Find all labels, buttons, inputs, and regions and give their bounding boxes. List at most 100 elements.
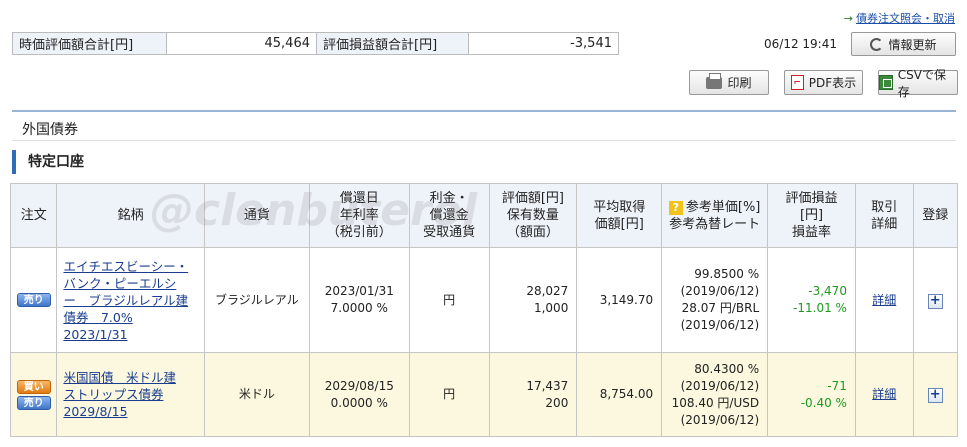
avg-price-cell: 3,149.70 xyxy=(576,247,663,353)
bond-name-l5: 2023/1/31 xyxy=(63,326,128,342)
detail-cell: 詳細 xyxy=(854,352,914,437)
buy-button[interactable]: 買い xyxy=(16,379,51,394)
table-row: 買い 売り 米国国債 米ドル建 ストリップス債券 2029/8/15 米ドル 2… xyxy=(9,352,958,437)
col-register: 登録 xyxy=(912,183,958,248)
market-value-label: 時価評価額合計[円] xyxy=(12,32,167,55)
col-detail-l1: 取引 xyxy=(871,199,898,215)
fx-date: (2019/06/12) xyxy=(680,412,760,427)
pdf-button[interactable]: ⌐ PDF表示 xyxy=(784,70,863,95)
order-cell: 売り xyxy=(9,247,58,353)
col-eval: 評価額[円] 保有数量 （額面） xyxy=(488,183,578,248)
csv-button[interactable]: CSVで保存 xyxy=(878,68,958,99)
col-pl-l1: 評価損益 xyxy=(785,191,838,206)
pl-total-value: -3,541 xyxy=(468,32,619,55)
col-order: 注文 xyxy=(9,183,58,248)
col-maturity-l3: （税引前） xyxy=(326,225,392,240)
order-inquiry-link[interactable]: → 債券注文照会・取消 xyxy=(844,10,955,26)
account-title: 特定口座 xyxy=(12,150,84,174)
col-avg-l2: 価額[円] xyxy=(594,216,644,232)
pl-value: -3,470 xyxy=(808,284,847,298)
eval-amount: 17,437 xyxy=(526,378,569,393)
currency-cell: 米ドル xyxy=(203,352,310,437)
bond-name-l2: ストリップス債券 xyxy=(63,387,164,402)
order-cell: 買い 売り xyxy=(9,352,58,437)
eval-amount: 28,027 xyxy=(526,284,569,298)
col-ref: ? 参考単価[%] 参考為替レート xyxy=(661,183,769,248)
bond-name-cell[interactable]: エイチエスビーシー・ バンク・ピーエルシ ー ブラジルレアル建 債券 7.0% … xyxy=(56,247,205,353)
plus-icon[interactable]: + xyxy=(927,388,943,403)
col-interest: 利金・ 償還金 受取通貨 xyxy=(408,183,490,248)
pdf-icon: ⌐ xyxy=(790,75,804,90)
ref-cell: 99.8500 % (2019/06/12) 28.07 円/BRL (2019… xyxy=(661,247,769,353)
detail-link[interactable]: 詳細 xyxy=(872,387,896,401)
question-icon[interactable]: ? xyxy=(668,200,683,215)
timestamp: 06/12 19:41 xyxy=(764,37,837,51)
sell-button[interactable]: 売り xyxy=(16,293,51,307)
col-maturity-l1: 償還日 xyxy=(339,191,379,206)
maturity-cell: 2029/08/15 0.0000 % xyxy=(308,352,410,437)
col-avg-l1: 平均取得 xyxy=(593,199,646,215)
interest-currency-cell: 円 xyxy=(408,352,490,437)
col-maturity-l2: 年利率 xyxy=(339,208,379,223)
ref-price: 99.8500 % xyxy=(694,267,760,281)
pdf-label: PDF表示 xyxy=(808,76,857,90)
print-label: 印刷 xyxy=(727,76,752,90)
maturity-date: 2029/08/15 xyxy=(324,378,394,393)
quantity: 200 xyxy=(545,395,569,410)
pl-total-label: 評価損益額合計[円] xyxy=(316,32,469,55)
quantity: 1,000 xyxy=(533,301,569,315)
interest-rate: 7.0000 % xyxy=(330,301,388,315)
plus-icon[interactable]: + xyxy=(927,293,943,309)
col-interest-l2: 償還金 xyxy=(429,208,469,223)
refresh-button[interactable]: 情報更新 xyxy=(851,32,956,56)
col-ref-l2: 参考為替レート xyxy=(669,216,761,232)
currency-cell: ブラジルレアル xyxy=(203,247,310,353)
avg-price-cell: 8,754.00 xyxy=(576,352,663,437)
register-cell: + xyxy=(912,247,958,353)
bond-name-link[interactable]: 米国国債 米ドル建 ストリップス債券 2029/8/15 xyxy=(57,369,203,420)
interest-rate: 0.0000 % xyxy=(330,395,388,410)
col-eval-l2: 保有数量 xyxy=(506,208,559,223)
bond-name-l1: 米国国債 米ドル建 xyxy=(63,370,176,385)
bond-name-cell[interactable]: 米国国債 米ドル建 ストリップス債券 2029/8/15 xyxy=(56,352,205,437)
fx-date: (2019/06/12) xyxy=(680,318,760,332)
bond-name-l3: ー ブラジルレアル建 xyxy=(63,292,189,308)
col-avg: 平均取得 価額[円] xyxy=(576,183,663,248)
print-icon xyxy=(706,72,723,89)
col-interest-l1: 利金・ xyxy=(429,191,469,206)
col-pl: 評価損益 [円] 損益率 xyxy=(767,183,856,248)
print-button[interactable]: 印刷 xyxy=(689,70,769,95)
detail-link[interactable]: 詳細 xyxy=(872,293,896,307)
bond-name-l2: バンク・ピーエルシ xyxy=(63,275,177,291)
refresh-label: 情報更新 xyxy=(888,37,937,52)
csv-icon xyxy=(879,75,893,90)
col-detail: 取引 詳細 xyxy=(854,183,914,248)
ref-price: 80.4300 % xyxy=(694,361,760,376)
bond-name-link[interactable]: エイチエスビーシー・ バンク・ピーエルシ ー ブラジルレアル建 債券 7.0% … xyxy=(57,258,203,343)
col-eval-l1: 評価額[円] xyxy=(501,191,564,206)
ref-date: (2019/06/12) xyxy=(680,378,760,393)
fx-rate: 28.07 円/BRL xyxy=(681,301,760,315)
summary-table: 時価評価額合計[円] 45,464 評価損益額合計[円] -3,541 xyxy=(12,32,619,55)
interest-currency-cell: 円 xyxy=(408,247,490,353)
table-header-row: 注文 銘柄 通貨 償還日 年利率 （税引前） 利金・ 償還金 受取通貨 評価額[… xyxy=(9,183,958,248)
col-maturity: 償還日 年利率 （税引前） xyxy=(308,183,410,248)
market-value: 45,464 xyxy=(166,32,317,55)
col-currency: 通貨 xyxy=(203,183,310,248)
table-row: 売り エイチエスビーシー・ バンク・ピーエルシ ー ブラジルレアル建 債券 7.… xyxy=(9,247,958,353)
csv-label: CSVで保存 xyxy=(897,67,947,99)
order-inquiry-label: 債券注文照会・取消 xyxy=(856,12,955,25)
col-pl-l2: [円] xyxy=(799,208,824,223)
eval-cell: 28,027 1,000 xyxy=(488,247,578,353)
ref-cell: 80.4300 % (2019/06/12) 108.40 円/USD (201… xyxy=(661,352,769,437)
register-cell: + xyxy=(912,352,958,437)
pl-value: -71 xyxy=(827,378,847,393)
bond-name-l1: エイチエスビーシー・ xyxy=(63,258,189,274)
fx-rate: 108.40 円/USD xyxy=(671,395,760,410)
pl-rate: -0.40 % xyxy=(800,395,847,410)
bond-table: 注文 銘柄 通貨 償還日 年利率 （税引前） 利金・ 償還金 受取通貨 評価額[… xyxy=(9,183,958,437)
pl-rate: -11.01 % xyxy=(793,301,847,315)
eval-cell: 17,437 200 xyxy=(488,352,578,437)
arrow-right-icon: → xyxy=(843,12,853,25)
sell-button[interactable]: 売り xyxy=(16,395,51,410)
